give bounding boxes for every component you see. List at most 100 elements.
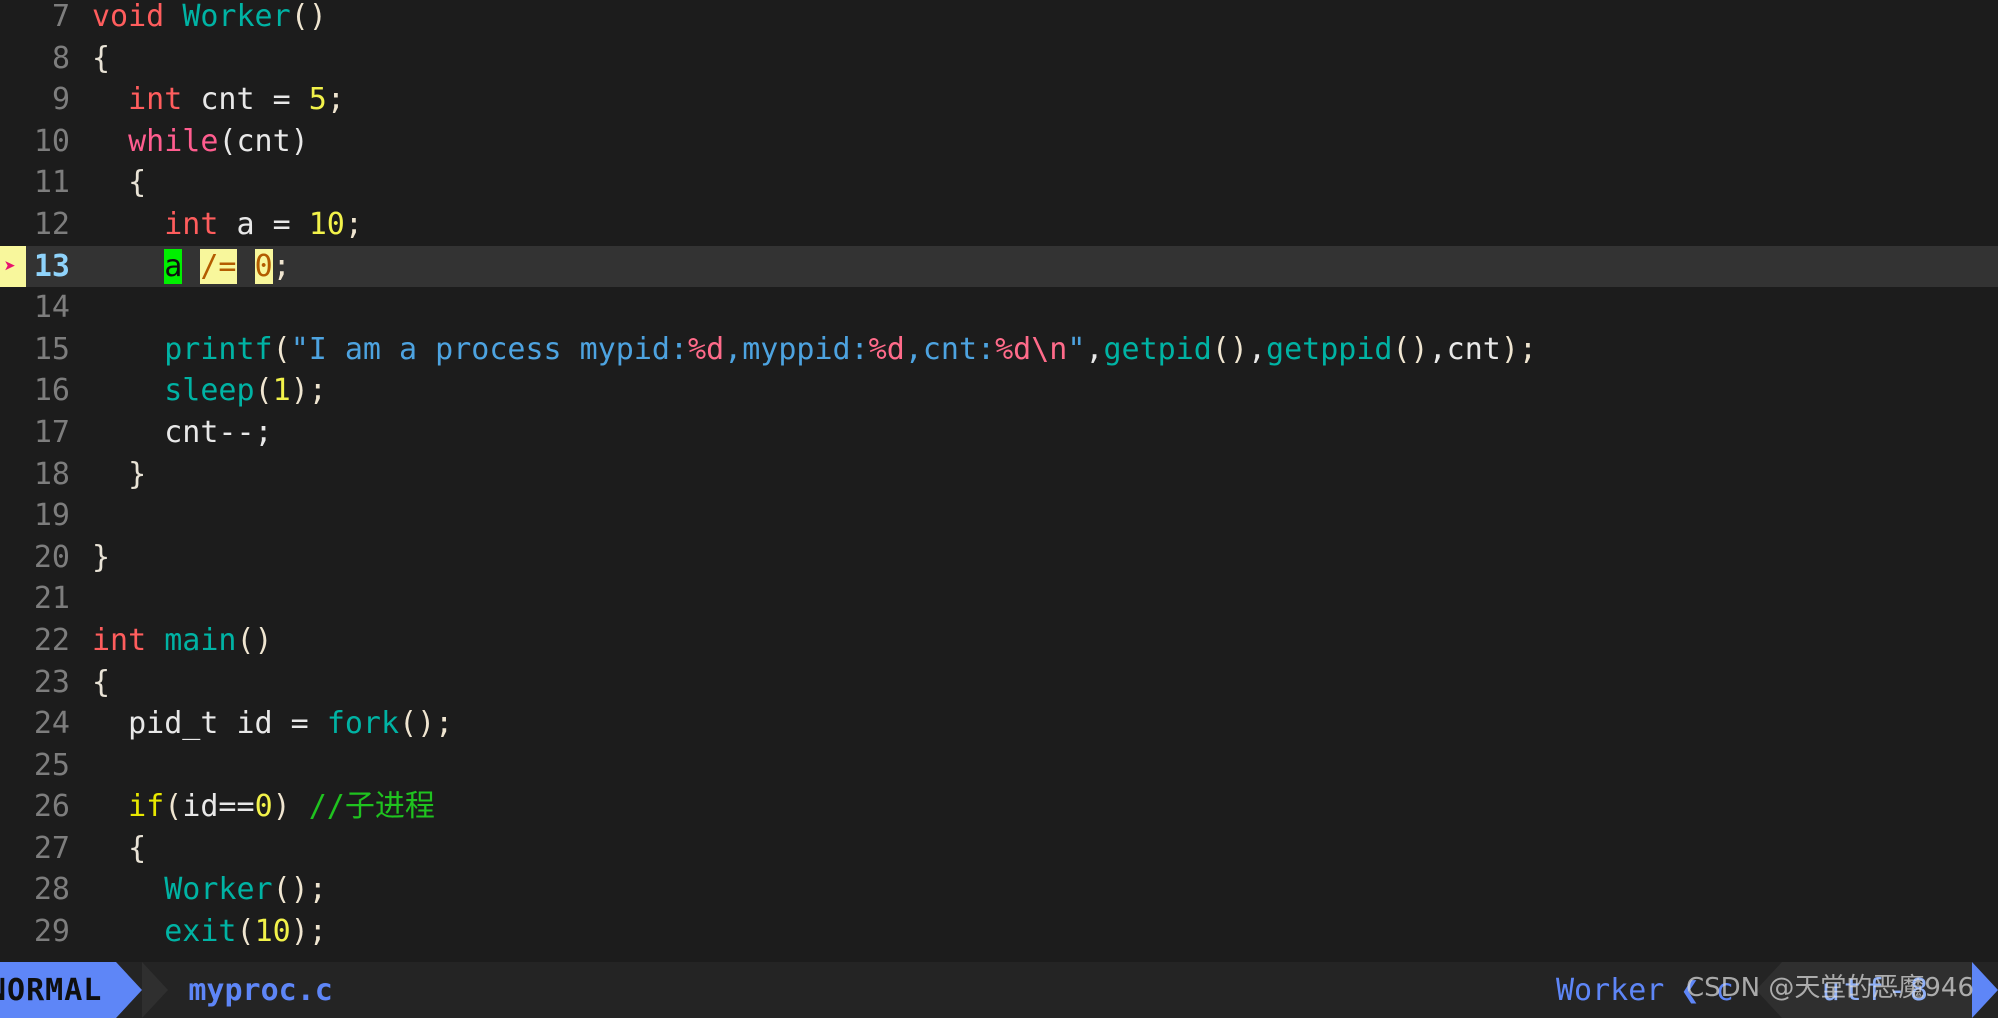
token-keyword: int <box>92 622 165 658</box>
token-punctuation: ); <box>290 373 327 409</box>
sign-column <box>0 745 26 787</box>
code-line[interactable]: 12 int a = 10; <box>0 204 1998 246</box>
code-line[interactable]: 11 { <box>0 162 1998 204</box>
token-function: sleep <box>164 373 255 409</box>
token-format-specifier: %d <box>868 331 905 367</box>
token-number: 1 <box>272 373 291 409</box>
code-line-active[interactable]: ➤ 13 a /= 0; <box>0 245 1998 288</box>
sign-column <box>0 828 26 870</box>
code-line[interactable]: 15 printf("I am a process mypid:%d,myppi… <box>0 329 1998 371</box>
code-content: int cnt = 5; <box>92 79 1998 121</box>
status-tail-icon <box>1972 962 1998 1018</box>
code-content: if(id==0) //子进程 <box>92 786 1998 828</box>
sign-column <box>0 0 26 38</box>
line-number: 9 <box>51 82 70 118</box>
code-content: printf("I am a process mypid:%d,myppid:%… <box>92 329 1998 371</box>
code-content: void Worker() <box>92 0 1998 38</box>
token-keyword: int <box>128 82 183 118</box>
sign-column <box>0 786 26 828</box>
code-line[interactable]: 27 { <box>0 828 1998 870</box>
code-line[interactable]: 23 { <box>0 662 1998 704</box>
token-keyword: void <box>92 0 183 34</box>
code-line[interactable]: 7 void Worker() <box>0 0 1998 38</box>
code-line[interactable]: 9 int cnt = 5; <box>0 79 1998 121</box>
code-line[interactable]: 21 <box>0 578 1998 620</box>
token-punctuation: ; <box>326 82 345 118</box>
line-number: 20 <box>33 539 70 575</box>
code-line[interactable]: 26 if(id==0) //子进程 <box>0 786 1998 828</box>
code-text-area[interactable]: 7 void Worker() 8 { 9 int cnt = 5; 10 wh… <box>0 0 1998 958</box>
line-number: 15 <box>33 331 70 367</box>
sign-column-marker[interactable]: ➤ <box>0 245 26 288</box>
token-string-quote: " <box>1067 331 1086 367</box>
code-line[interactable]: 24 pid_t id = fork(); <box>0 703 1998 745</box>
code-content: } <box>92 456 147 492</box>
status-line: NORMAL myproc.c Worker ❮ c utf-8 <box>0 962 1998 1018</box>
line-number: 24 <box>33 706 70 742</box>
status-right-info: Worker ❮ c <box>1556 962 1756 1018</box>
line-number-active: 13 <box>33 248 70 284</box>
line-number: 23 <box>33 664 70 700</box>
sign-column <box>0 495 26 537</box>
token-highlight-operator: /= <box>200 248 237 284</box>
code-content: sleep(1); <box>92 370 1998 412</box>
token-identifier: cnt = <box>182 82 309 118</box>
line-number: 21 <box>33 581 70 617</box>
code-line[interactable]: 22 int main() <box>0 620 1998 662</box>
token-punctuation: () <box>1211 331 1248 367</box>
line-number: 29 <box>33 914 70 950</box>
code-line[interactable]: 18 } <box>0 454 1998 496</box>
code-line[interactable]: 20 } <box>0 537 1998 579</box>
encoding-separator-icon <box>1755 962 1782 1018</box>
token-function: exit <box>164 914 237 950</box>
code-line[interactable]: 16 sleep(1); <box>0 370 1998 412</box>
token-punctuation: ( <box>272 331 291 367</box>
token-format-specifier: %d <box>688 331 725 367</box>
token-number: 5 <box>308 82 327 118</box>
mode-separator-icon <box>116 962 143 1018</box>
line-number: 19 <box>33 498 70 534</box>
token-punctuation: () <box>236 622 273 658</box>
token-declaration: pid_t id = <box>128 706 327 742</box>
sign-column <box>0 329 26 371</box>
code-line[interactable]: 28 Worker(); <box>0 869 1998 911</box>
status-spacer <box>353 962 1556 1018</box>
file-name[interactable]: myproc.c <box>168 962 353 1018</box>
code-line[interactable]: 29 exit(10); <box>0 911 1998 953</box>
code-content: { <box>92 162 1998 204</box>
token-keyword: while <box>128 123 219 159</box>
mode-indicator: NORMAL <box>0 962 117 1018</box>
line-number: 26 <box>33 789 70 825</box>
code-line[interactable]: 10 while(cnt) <box>0 121 1998 163</box>
code-content: { <box>92 664 111 700</box>
code-line[interactable]: 25 <box>0 745 1998 787</box>
token-function: fork <box>326 706 400 742</box>
token-highlight-number: 0 <box>254 248 273 284</box>
file-name-label: myproc.c <box>188 972 333 1008</box>
code-line[interactable]: 19 <box>0 495 1998 537</box>
sign-column <box>0 412 26 454</box>
sign-column <box>0 121 26 163</box>
line-number: 27 <box>33 830 70 866</box>
sign-column <box>0 537 26 579</box>
sign-column <box>0 620 26 662</box>
token-expression: id== <box>182 789 255 825</box>
code-content: while(cnt) <box>92 121 1998 163</box>
filetype-label: c <box>1715 972 1734 1008</box>
code-content: cnt--; <box>92 414 273 450</box>
sign-column <box>0 79 26 121</box>
line-number: 16 <box>33 373 70 409</box>
token-brace: { <box>92 165 147 201</box>
token-comma: , <box>1085 331 1104 367</box>
token-escape: \n <box>1031 331 1068 367</box>
token-punctuation: ) <box>272 789 291 825</box>
code-line[interactable]: 17 cnt--; <box>0 412 1998 454</box>
code-line[interactable]: 14 <box>0 287 1998 329</box>
code-line[interactable]: 8 { <box>0 38 1998 80</box>
token-keyword: if <box>128 789 165 825</box>
vim-editor-window[interactable]: 7 void Worker() 8 { 9 int cnt = 5; 10 wh… <box>0 0 1998 1018</box>
